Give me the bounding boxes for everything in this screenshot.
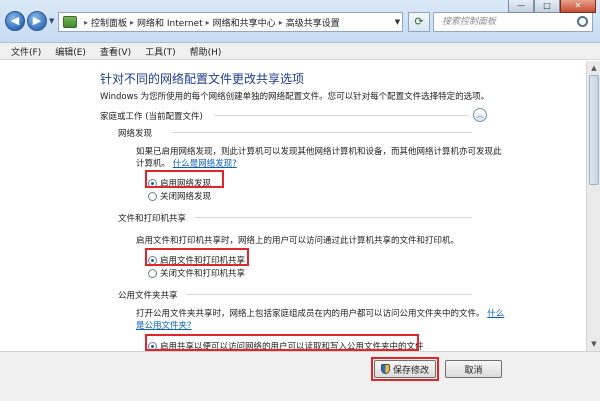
menu-tools[interactable]: 工具(T) xyxy=(138,45,183,58)
description-line: 打开公用文件夹共享时，网络上包括家庭组成员在内的用户都可以访问公用文件夹中的文件… xyxy=(136,308,504,320)
control-panel-icon xyxy=(63,16,77,28)
divider xyxy=(214,115,469,116)
public-folder-description: 打开公用文件夹共享时，网络上包括家庭组成员在内的用户都可以访问公用文件夹中的文件… xyxy=(136,308,504,332)
radio-unselected-icon[interactable] xyxy=(148,191,157,201)
collapse-chevron-up-icon[interactable]: ︿ xyxy=(473,108,487,122)
radio-unselected-icon[interactable] xyxy=(148,268,157,278)
cancel-button[interactable]: 取消 xyxy=(445,360,502,378)
profile-heading: 家庭或工作 (当前配置文件) xyxy=(100,112,203,122)
history-dropdown-icon[interactable]: ▼ xyxy=(49,17,54,25)
forward-arrow-icon[interactable]: ▶ xyxy=(27,11,47,31)
menu-file[interactable]: 文件(F) xyxy=(4,45,48,58)
menu-edit[interactable]: 编辑(E) xyxy=(48,45,93,58)
breadcrumb-advanced-sharing[interactable]: 高级共享设置 xyxy=(286,16,340,29)
divider xyxy=(172,132,472,133)
section-heading-public-folder-sharing: 公用文件夹共享 xyxy=(118,291,178,301)
breadcrumb[interactable]: ▸ 控制面板 ▸ 网络和 Internet ▸ 网络和共享中心 ▸ 高级共享设置 xyxy=(58,12,403,32)
radio-label: 关闭文件和打印机共享 xyxy=(160,269,246,279)
section-heading-file-printer-sharing: 文件和打印机共享 xyxy=(118,214,187,224)
what-is-public-folder-link[interactable]: 什么 xyxy=(487,309,504,319)
intro-text: Windows 为您所使用的每个网络创建单独的网络配置文件。您可以针对每个配置文… xyxy=(100,92,490,102)
search-icon[interactable] xyxy=(577,16,588,27)
what-is-network-discovery-link[interactable]: 什么是网络发现? xyxy=(173,159,237,169)
address-dropdown-icon[interactable]: ▼ xyxy=(392,12,403,32)
maximize-icon[interactable]: □ xyxy=(534,0,560,13)
chevron-right-icon[interactable]: ▸ xyxy=(130,18,134,27)
search-placeholder: 搜索控制面板 xyxy=(442,17,497,27)
chevron-right-icon[interactable]: ▸ xyxy=(206,18,210,27)
description-text: 计算机。 xyxy=(136,159,171,169)
highlight-box xyxy=(371,357,439,381)
what-is-public-folder-link-cont[interactable]: 是公用文件夹? xyxy=(136,321,192,331)
button-bar: 保存修改 取消 xyxy=(0,351,600,401)
search-input[interactable]: 搜索控制面板 xyxy=(433,12,593,32)
description-line: 如果已启用网络发现，则此计算机可以发现其他网络计算机和设备，而其他网络计算机亦可… xyxy=(136,147,502,157)
radio-file-printer-off[interactable]: 关闭文件和打印机共享 xyxy=(148,267,245,279)
refresh-icon[interactable]: ⟳ xyxy=(408,12,430,32)
chevron-right-icon[interactable]: ▸ xyxy=(84,18,88,27)
network-discovery-description: 如果已启用网络发现，则此计算机可以发现其他网络计算机和设备，而其他网络计算机亦可… xyxy=(136,146,502,170)
back-arrow-icon[interactable]: ◀ xyxy=(5,11,25,31)
breadcrumb-sharing-center[interactable]: 网络和共享中心 xyxy=(213,16,276,29)
cancel-button-label: 取消 xyxy=(464,365,483,376)
highlight-box xyxy=(145,334,419,351)
radio-label: 关闭网络发现 xyxy=(160,192,212,202)
scroll-up-icon[interactable]: ▲ xyxy=(588,62,600,74)
breadcrumb-control-panel[interactable]: 控制面板 xyxy=(91,16,127,29)
window-controls: — □ ✕ xyxy=(508,0,596,13)
file-printer-description: 启用文件和打印机共享时，网络上的用户可以访问通过此计算机共享的文件和打印机。 xyxy=(136,236,460,246)
description-text: 打开公用文件夹共享时，网络上包括家庭组成员在内的用户都可以访问公用文件夹中的文件… xyxy=(136,309,485,319)
vertical-scrollbar[interactable]: ▲ ▼ xyxy=(586,61,600,351)
scrollbar-thumb[interactable] xyxy=(589,75,599,185)
section-heading-network-discovery: 网络发现 xyxy=(118,129,153,139)
highlight-box xyxy=(145,248,249,266)
menu-view[interactable]: 查看(V) xyxy=(93,45,138,58)
divider xyxy=(195,217,472,218)
scroll-down-icon[interactable]: ▼ xyxy=(588,338,600,350)
close-icon[interactable]: ✕ xyxy=(560,0,596,13)
minimize-icon[interactable]: — xyxy=(508,0,534,13)
page-title: 针对不同的网络配置文件更改共享选项 xyxy=(100,72,305,86)
description-line-2: 计算机。 什么是网络发现? xyxy=(136,158,502,170)
address-bar: ◀ ▶ ▼ ▸ 控制面板 ▸ 网络和 Internet ▸ 网络和共享中心 ▸ … xyxy=(0,0,600,43)
divider xyxy=(186,294,472,295)
radio-network-discovery-off[interactable]: 关闭网络发现 xyxy=(148,190,211,202)
breadcrumb-network-internet[interactable]: 网络和 Internet xyxy=(137,16,203,29)
menu-help[interactable]: 帮助(H) xyxy=(183,45,229,58)
settings-content: 针对不同的网络配置文件更改共享选项 Windows 为您所使用的每个网络创建单独… xyxy=(0,61,586,352)
highlight-box xyxy=(145,170,224,188)
chevron-right-icon[interactable]: ▸ xyxy=(279,18,283,27)
menu-bar: 文件(F) 编辑(E) 查看(V) 工具(T) 帮助(H) xyxy=(0,43,600,60)
